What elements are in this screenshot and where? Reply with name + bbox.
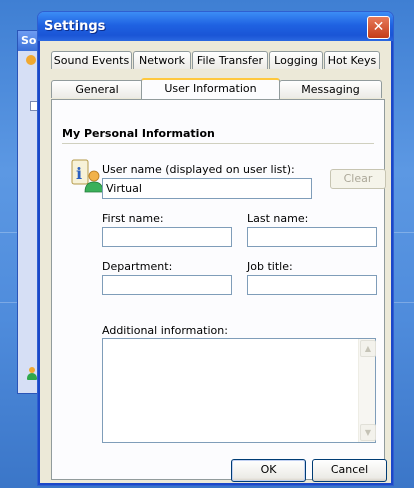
user-info-icon: i <box>71 159 104 193</box>
section-title: My Personal Information <box>62 127 215 140</box>
first-name-field[interactable] <box>102 227 232 247</box>
close-button[interactable]: ✕ <box>367 16 390 39</box>
tab-sound-events[interactable]: Sound Events <box>51 51 132 69</box>
department-label: Department: <box>102 260 173 273</box>
app-icon <box>26 55 36 65</box>
scroll-down-icon[interactable]: ▼ <box>360 424 376 441</box>
tab-general[interactable]: General <box>51 80 143 98</box>
close-icon: ✕ <box>372 19 385 35</box>
department-field[interactable] <box>102 275 232 295</box>
tab-file-transfer[interactable]: File Transfer <box>192 51 268 69</box>
clear-button[interactable]: Clear <box>330 169 386 189</box>
tab-logging[interactable]: Logging <box>269 51 323 69</box>
title-bar[interactable]: Settings ✕ <box>38 12 393 41</box>
dialog-title: Settings <box>44 19 106 34</box>
user-information-panel: My Personal Information i User name (dis… <box>51 99 386 480</box>
additional-info-label: Additional information: <box>102 324 228 337</box>
first-name-label: First name: <box>102 212 164 225</box>
cancel-button[interactable]: Cancel <box>312 459 387 482</box>
settings-dialog: Settings ✕ Sound Events Network File Tra… <box>37 11 394 486</box>
ok-button[interactable]: OK <box>231 459 306 482</box>
job-title-label: Job title: <box>247 260 293 273</box>
tab-network[interactable]: Network <box>133 51 191 69</box>
last-name-field[interactable] <box>247 227 377 247</box>
job-title-field[interactable] <box>247 275 377 295</box>
username-label: User name (displayed on user list): <box>102 163 295 176</box>
section-divider <box>62 143 374 144</box>
textarea-scrollbar[interactable]: ▲ ▼ <box>358 339 376 442</box>
username-field[interactable] <box>102 178 312 199</box>
last-name-label: Last name: <box>247 212 309 225</box>
scroll-up-icon[interactable]: ▲ <box>360 340 376 357</box>
dialog-body: Sound Events Network File Transfer Loggi… <box>41 41 390 482</box>
additional-info-textarea[interactable]: ▲ ▼ <box>102 338 376 443</box>
tab-hot-keys[interactable]: Hot Keys <box>324 51 380 69</box>
tab-user-information[interactable]: User Information <box>141 78 280 99</box>
svg-text:i: i <box>76 164 82 183</box>
tab-messaging[interactable]: Messaging <box>279 80 382 98</box>
